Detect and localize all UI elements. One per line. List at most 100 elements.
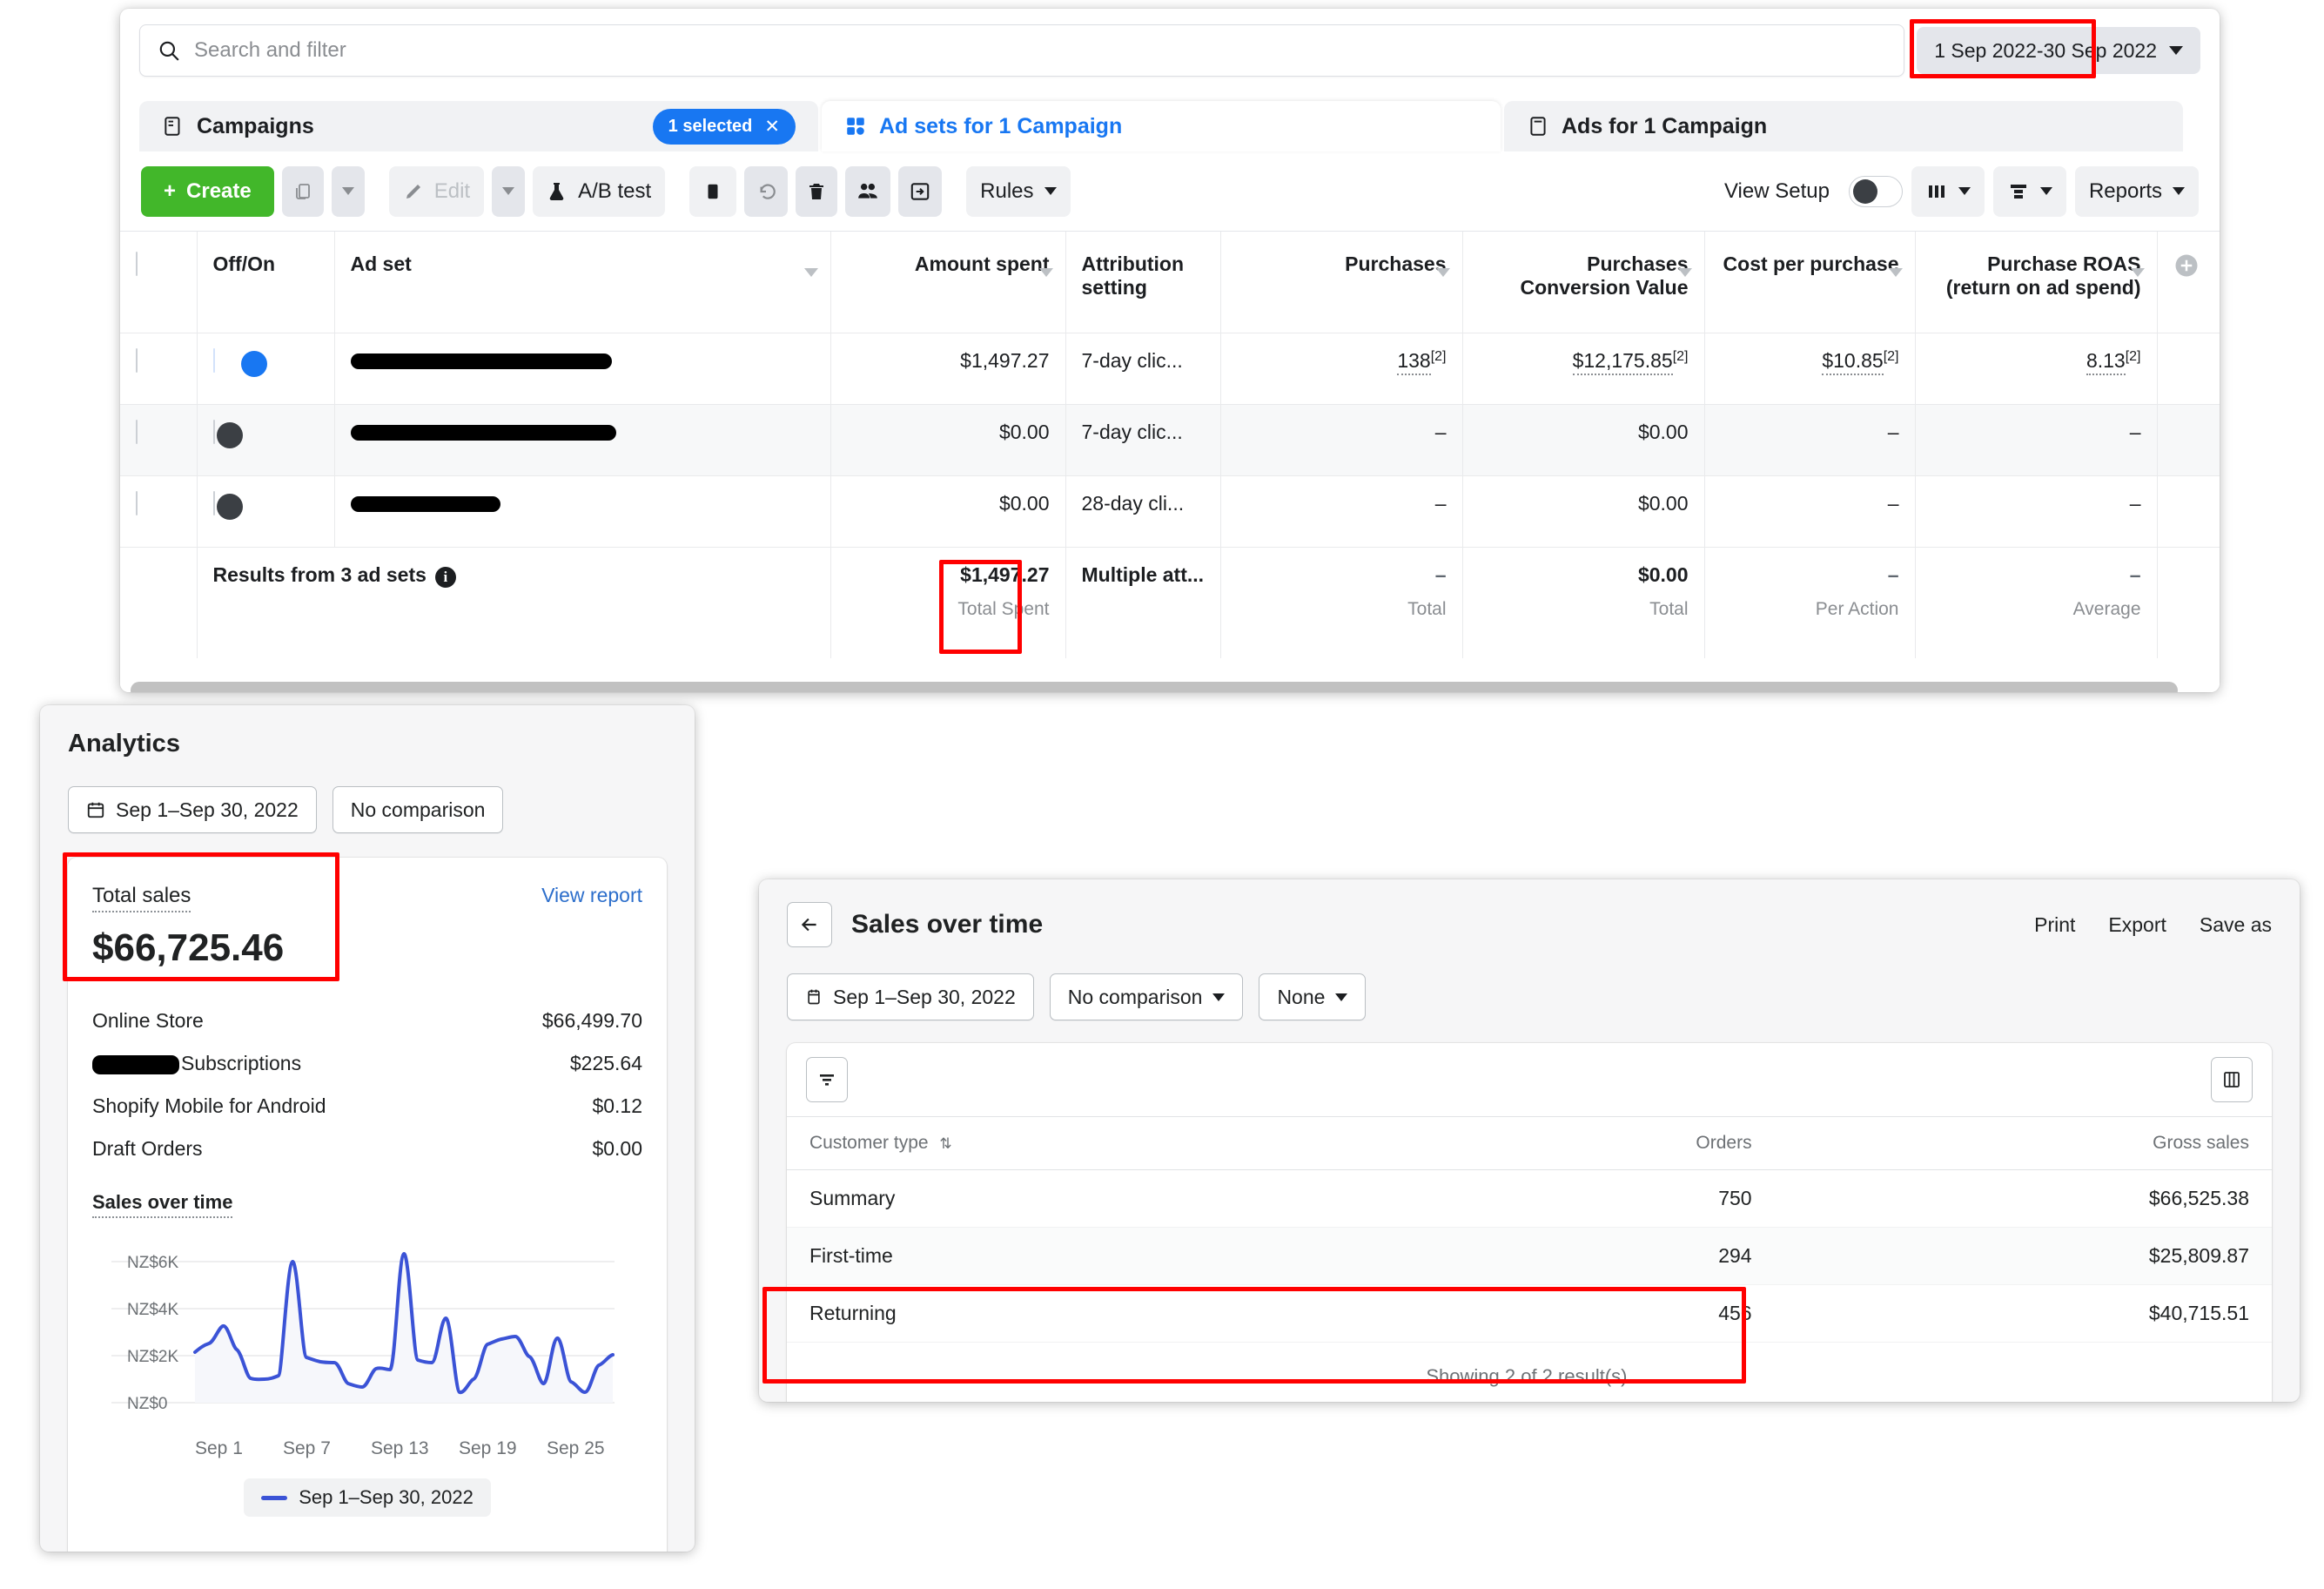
col-conversion-value[interactable]: Purchases Conversion Value [1462, 232, 1705, 333]
chevron-down-icon[interactable] [1435, 268, 1450, 277]
sot-controls: Sep 1–Sep 30, 2022 No comparison None [787, 973, 2272, 1020]
summary-roas: – Average [1915, 547, 2158, 658]
scrollbar-thumb[interactable] [131, 682, 2179, 692]
add-column-header[interactable] [2157, 232, 2220, 333]
duplicate-button[interactable] [281, 165, 324, 217]
sales-breakdown: Online Store $66,499.70 Subscriptions $2… [92, 1000, 642, 1170]
edit-dropdown[interactable] [492, 165, 526, 217]
analytics-comparison-picker[interactable]: No comparison [332, 786, 504, 833]
adset-status-toggle[interactable] [212, 347, 267, 377]
view-report-link[interactable]: View report [541, 884, 642, 907]
audience-button[interactable] [845, 165, 891, 217]
cost-per-purchase-cell: – [1704, 475, 1916, 548]
close-icon[interactable]: ✕ [764, 116, 780, 138]
chevron-down-icon[interactable] [1677, 268, 1692, 277]
analytics-date-picker[interactable]: Sep 1–Sep 30, 2022 [68, 786, 317, 833]
breakdown-value: $0.00 [592, 1137, 642, 1160]
chevron-down-icon[interactable] [2130, 268, 2145, 277]
purchases-cell: 138[2] [1220, 333, 1463, 405]
sot-results-card: Customer type ⇅ Orders Gross sales Summa… [787, 1043, 2272, 1402]
col-purchases[interactable]: Purchases [1220, 232, 1463, 333]
ab-test-button[interactable]: A/B test [533, 165, 666, 217]
table-row[interactable]: $0.00 28-day cli... – $0.00 – – [120, 475, 2220, 548]
chevron-down-icon[interactable] [1888, 268, 1903, 277]
columns-button[interactable] [1911, 165, 1985, 217]
col-roas[interactable]: Purchase ROAS (return on ad spend) [1915, 232, 2158, 333]
search-input[interactable]: Search and filter [139, 24, 1905, 77]
col-customer-type-label: Customer type [809, 1133, 929, 1153]
summary-attribution: Multiple att... [1065, 547, 1221, 658]
export-button[interactable]: Export [2108, 913, 2166, 937]
col-gross-sales[interactable]: Gross sales [1774, 1117, 2272, 1170]
summary-cost-per-purchase: – Per Action [1704, 547, 1916, 658]
tab-campaigns[interactable]: Campaigns 1 selected ✕ [139, 101, 818, 151]
rules-button[interactable]: Rules [966, 165, 1071, 217]
table-row[interactable]: $1,497.27 7-day clic... 138[2] $12,175.8… [120, 333, 2220, 405]
summary-purchases: – Total [1220, 547, 1463, 658]
row-checkbox[interactable] [136, 347, 138, 373]
back-button[interactable] [787, 902, 832, 947]
columns-settings-button[interactable] [2211, 1057, 2253, 1102]
selected-badge[interactable]: 1 selected ✕ [652, 108, 796, 145]
export-button[interactable] [898, 165, 943, 217]
col-adset[interactable]: Ad set [334, 232, 831, 333]
duplicate-dropdown[interactable] [331, 165, 365, 217]
date-range-picker[interactable]: 1 Sep 2022-30 Sep 2022 [1917, 27, 2200, 74]
undo-icon [760, 183, 776, 199]
breakdown-button[interactable] [1992, 165, 2066, 217]
col-offon[interactable]: Off/On [197, 232, 335, 333]
ads-manager-panel: Search and filter 1 Sep 2022-30 Sep 2022… [120, 9, 2220, 692]
adset-status-toggle[interactable] [212, 490, 243, 520]
ytick-label: NZ$4K [127, 1301, 178, 1319]
sot-comparison-picker[interactable]: No comparison [1049, 973, 1244, 1020]
customer-type-table: Customer type ⇅ Orders Gross sales Summa… [787, 1117, 2272, 1343]
sot-grouping-picker[interactable]: None [1259, 973, 1367, 1020]
plus-circle-icon [2175, 254, 2197, 277]
chevron-down-icon [2039, 187, 2052, 195]
breakdown-value: $0.12 [592, 1094, 642, 1117]
table-row[interactable]: Returning 456 $40,715.51 [787, 1284, 2272, 1343]
filter-button[interactable] [806, 1057, 848, 1102]
col-orders[interactable]: Orders [1428, 1117, 1775, 1170]
col-customer-type[interactable]: Customer type ⇅ [787, 1117, 1429, 1170]
create-button[interactable]: + Create [141, 165, 274, 217]
chart-legend[interactable]: Sep 1–Sep 30, 2022 [244, 1478, 491, 1517]
row-checkbox[interactable] [136, 419, 138, 444]
col-cost-per-purchase[interactable]: Cost per purchase [1704, 232, 1916, 333]
redacted-adset-name [350, 425, 616, 441]
sort-icon[interactable]: ⇅ [939, 1135, 951, 1153]
print-button[interactable]: Print [2034, 913, 2075, 937]
ads-icon [1530, 117, 1546, 136]
conversion-value: $12,175.85 [1572, 349, 1673, 376]
toggle-knob [216, 493, 243, 520]
chevron-down-icon[interactable] [803, 268, 818, 277]
row-checkbox[interactable] [136, 490, 138, 515]
roas-value: 8.13 [2086, 349, 2126, 376]
sot-date-picker[interactable]: Sep 1–Sep 30, 2022 [787, 973, 1034, 1020]
info-icon[interactable]: i [434, 566, 456, 588]
col-amount-spent[interactable]: Amount spent [830, 232, 1066, 333]
col-attribution[interactable]: Attribution setting [1065, 232, 1221, 333]
clipboard-button[interactable] [689, 165, 737, 217]
summary-cost-value: – [1887, 562, 1899, 586]
edit-button[interactable]: Edit [388, 165, 485, 217]
search-row: Search and filter 1 Sep 2022-30 Sep 2022 [120, 9, 2220, 94]
reports-button[interactable]: Reports [2074, 165, 2199, 217]
adset-status-toggle[interactable] [212, 419, 243, 448]
table-row[interactable]: First-time 294 $25,809.87 [787, 1227, 2272, 1285]
select-all-checkbox[interactable] [136, 252, 138, 276]
tab-adsets[interactable]: Ad sets for 1 Campaign [822, 101, 1501, 151]
table-row[interactable]: $0.00 7-day clic... – $0.00 – – [120, 404, 2220, 476]
undo-button[interactable] [744, 165, 789, 217]
tab-ads[interactable]: Ads for 1 Campaign [1504, 101, 2183, 151]
delete-button[interactable] [796, 165, 838, 217]
toggle-knob [1852, 178, 1877, 204]
date-range-wrap: 1 Sep 2022-30 Sep 2022 [1910, 19, 2200, 78]
view-setup-toggle[interactable] [1848, 175, 1903, 207]
horizontal-scrollbar[interactable] [120, 677, 2220, 692]
summary-amount-value: $1,497.27 [960, 562, 1050, 586]
save-as-button[interactable]: Save as [2200, 913, 2272, 937]
table-row[interactable]: Summary 750 $66,525.38 [787, 1169, 2272, 1228]
row-toggle-cell [197, 404, 335, 476]
chevron-down-icon[interactable] [1038, 268, 1053, 277]
